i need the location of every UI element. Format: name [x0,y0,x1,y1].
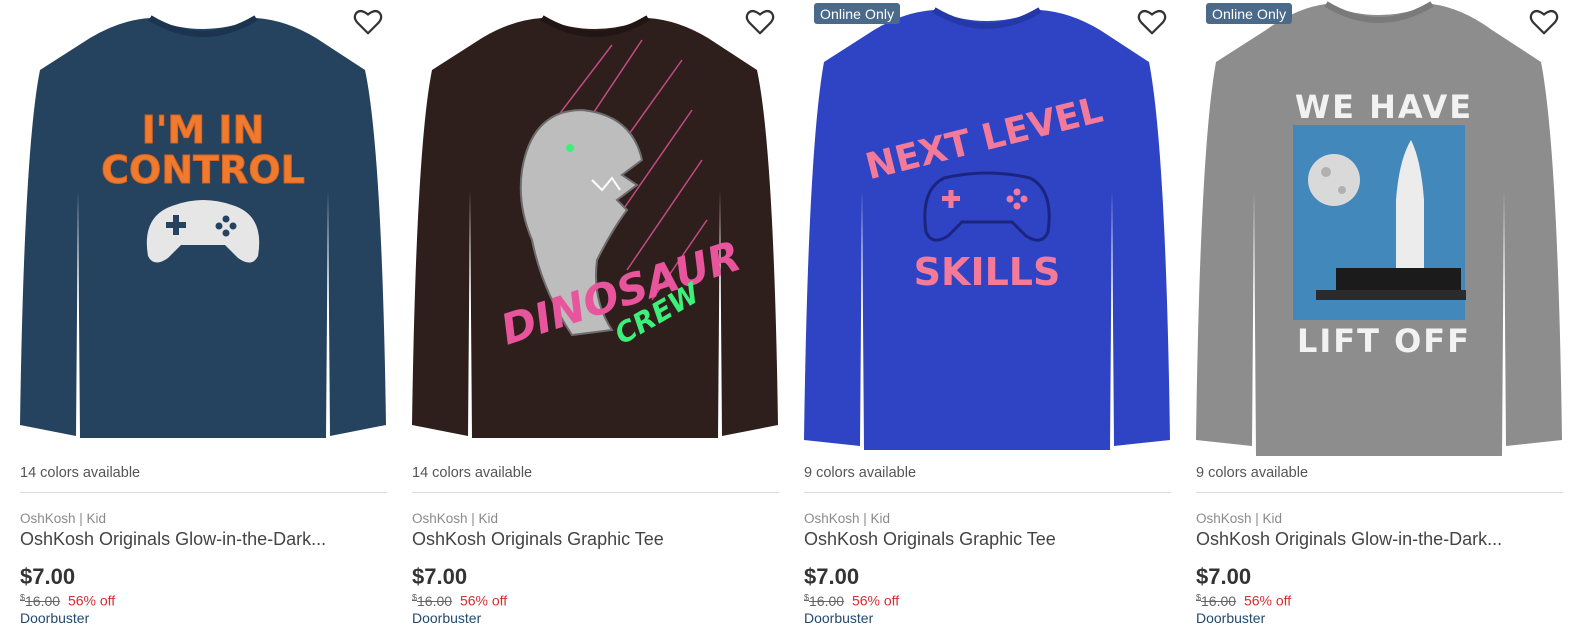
original-price-value: 16.00 [417,592,453,609]
promo-label: Doorbuster [1196,610,1266,626]
product-image[interactable]: NEXT LEVEL SKILLS Online Only [804,0,1171,456]
shirt-image-control: I'M IN CONTROL [20,0,387,456]
original-price: $16.00 [804,592,845,609]
original-price-value: 16.00 [25,592,61,609]
pricing-row: $16.00 56% off [20,592,115,609]
product-card[interactable]: NEXT LEVEL SKILLS Online Only 9 colors a… [804,0,1171,632]
colors-available[interactable]: 14 colors available [412,465,532,481]
product-image[interactable]: DINOSAUR CREW [412,0,779,456]
sale-price: $7.00 [804,564,860,589]
product-title[interactable]: OshKosh Originals Graphic Tee [412,529,779,550]
divider [804,492,1171,493]
product-title[interactable]: OshKosh Originals Graphic Tee [804,529,1171,550]
colors-available[interactable]: 9 colors available [1196,465,1308,481]
colors-available[interactable]: 9 colors available [804,465,916,481]
original-price-value: 16.00 [1201,592,1237,609]
product-title[interactable]: OshKosh Originals Glow-in-the-Dark... [20,529,387,550]
space-graphic [1293,125,1466,320]
product-title[interactable]: OshKosh Originals Glow-in-the-Dark... [1196,529,1563,550]
wishlist-heart-icon[interactable] [745,8,775,36]
graphic-line-1: I'M IN [142,108,265,152]
wishlist-heart-icon[interactable] [1529,8,1559,36]
shirt-image-next-level: NEXT LEVEL SKILLS [804,0,1171,456]
sale-price: $7.00 [1196,564,1252,589]
promo-label: Doorbuster [20,610,90,626]
product-card[interactable]: WE HAVE LIFT OFF Online Only 9 colors av… [1196,0,1563,632]
promo-label: Doorbuster [804,610,874,626]
online-only-badge: Online Only [814,3,901,24]
discount-percent: 56% off [67,592,116,609]
sale-price: $7.00 [412,564,468,589]
shirt-body [804,10,1170,450]
product-image[interactable]: WE HAVE LIFT OFF Online Only [1196,0,1563,456]
pricing-row: $16.00 56% off [804,592,899,609]
product-card[interactable]: DINOSAUR CREW 14 colors available OshKos… [412,0,779,632]
colors-available[interactable]: 14 colors available [20,465,140,481]
sale-price: $7.00 [20,564,76,589]
shirt-image-dinosaur: DINOSAUR CREW [412,0,779,456]
wishlist-heart-icon[interactable] [353,8,383,36]
wishlist-heart-icon[interactable] [1137,8,1167,36]
product-card[interactable]: I'M IN CONTROL 14 colors available OshKo… [20,0,387,632]
product-image[interactable]: I'M IN CONTROL [20,0,387,456]
product-brand: OshKosh | Kid [1196,511,1283,526]
discount-percent: 56% off [459,592,508,609]
graphic-line-2: LIFT OFF [1297,322,1471,360]
product-grid: I'M IN CONTROL 14 colors available OshKo… [0,0,1572,632]
pricing-row: $16.00 56% off [1196,592,1291,609]
promo-label: Doorbuster [412,610,482,626]
graphic-line-2: SKILLS [914,250,1061,294]
graphic-line-2: CONTROL [101,148,305,192]
divider [20,492,387,493]
online-only-badge: Online Only [1206,3,1293,24]
original-price: $16.00 [412,592,453,609]
divider [1196,492,1563,493]
pricing-row: $16.00 56% off [412,592,507,609]
original-price: $16.00 [1196,592,1237,609]
original-price-value: 16.00 [809,592,845,609]
product-brand: OshKosh | Kid [804,511,891,526]
original-price: $16.00 [20,592,61,609]
product-brand: OshKosh | Kid [20,511,107,526]
graphic-line-1: WE HAVE [1295,88,1473,126]
divider [412,492,779,493]
product-brand: OshKosh | Kid [412,511,499,526]
discount-percent: 56% off [851,592,900,609]
discount-percent: 56% off [1243,592,1292,609]
shirt-image-lift-off: WE HAVE LIFT OFF [1196,0,1563,456]
